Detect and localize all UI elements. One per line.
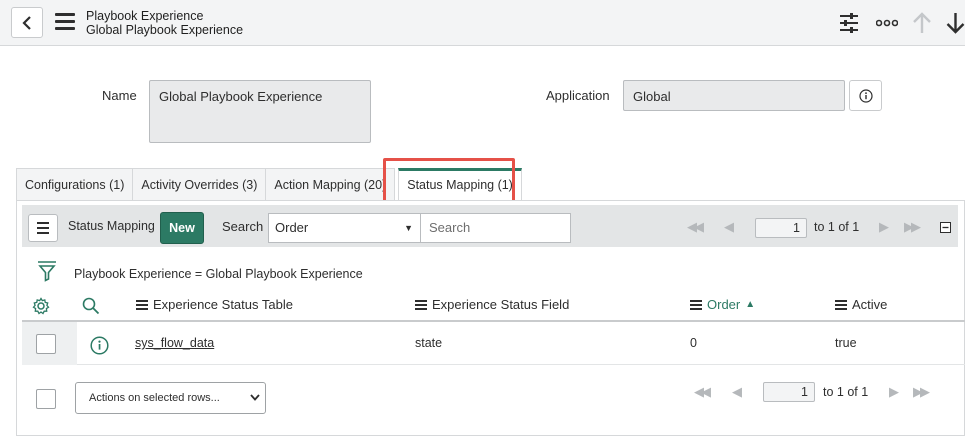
column-label: Experience Status Field bbox=[432, 297, 570, 312]
page-range-text: to 1 of 1 bbox=[814, 220, 860, 234]
chevron-left-icon bbox=[22, 15, 31, 30]
row-checkbox[interactable] bbox=[36, 334, 56, 354]
select-all-checkbox[interactable] bbox=[36, 389, 56, 409]
arrow-up-icon[interactable] bbox=[912, 12, 932, 34]
arrow-down-icon[interactable] bbox=[946, 12, 965, 34]
filter-icon[interactable] bbox=[37, 260, 57, 282]
column-menu-icon[interactable] bbox=[136, 298, 148, 312]
bottom-last-page-icon[interactable]: ▶▶ bbox=[913, 384, 930, 400]
tab-action-mapping[interactable]: Action Mapping (20) bbox=[265, 168, 396, 201]
column-menu-icon[interactable] bbox=[690, 298, 702, 312]
last-page-icon[interactable]: ▶▶ bbox=[904, 219, 921, 235]
bottom-prev-page-icon[interactable]: ◀ bbox=[732, 384, 742, 400]
column-header-active[interactable]: Active bbox=[835, 297, 887, 312]
status-mapping-panel: Status Mapping New Search Order ▼ Search… bbox=[16, 200, 965, 436]
bottom-page-range-text: to 1 of 1 bbox=[823, 385, 869, 399]
search-field-value: Order bbox=[275, 220, 309, 235]
hamburger-icon[interactable] bbox=[55, 13, 75, 31]
form-header: Playbook Experience Global Playbook Expe… bbox=[0, 0, 965, 46]
application-info-button[interactable] bbox=[849, 80, 882, 111]
tab-status-mapping[interactable]: Status Mapping (1) bbox=[398, 168, 522, 201]
column-label: Active bbox=[852, 297, 888, 312]
application-field[interactable]: Global bbox=[623, 80, 845, 111]
column-label: Order bbox=[707, 297, 741, 312]
table-row: sys_flow_data state 0 true bbox=[22, 322, 965, 365]
list-menu-button[interactable] bbox=[28, 214, 58, 242]
search-icon[interactable] bbox=[82, 297, 100, 315]
bottom-page-input[interactable]: 1 bbox=[763, 382, 815, 402]
page-title: Playbook Experience Global Playbook Expe… bbox=[86, 9, 243, 37]
cell-active: true bbox=[835, 336, 857, 350]
page-input[interactable]: 1 bbox=[755, 218, 807, 238]
column-menu-icon[interactable] bbox=[835, 298, 847, 312]
column-header-status-field[interactable]: Experience Status Field bbox=[415, 297, 569, 312]
application-label: Application bbox=[546, 88, 610, 103]
back-button[interactable] bbox=[11, 7, 43, 38]
sliders-icon[interactable] bbox=[838, 12, 860, 34]
cell-order: 0 bbox=[690, 336, 697, 350]
bottom-first-page-icon[interactable]: ◀◀ bbox=[694, 384, 711, 400]
new-button[interactable]: New bbox=[160, 212, 204, 244]
actions-select[interactable]: Actions on selected rows... bbox=[75, 382, 266, 414]
related-list-tabs: Configurations (1) Activity Overrides (3… bbox=[16, 168, 522, 201]
row-select-cell bbox=[22, 322, 77, 365]
prev-page-icon[interactable]: ◀ bbox=[724, 219, 734, 235]
collapse-icon[interactable] bbox=[940, 222, 951, 233]
column-menu-icon[interactable] bbox=[415, 298, 427, 312]
more-icon[interactable] bbox=[876, 18, 898, 28]
header-title: Playbook Experience bbox=[86, 9, 204, 23]
first-page-icon[interactable]: ◀◀ bbox=[687, 219, 704, 235]
sort-ascending-icon: ▲ bbox=[745, 299, 756, 310]
name-field[interactable]: Global Playbook Experience bbox=[149, 80, 371, 143]
column-header-status-table[interactable]: Experience Status Table bbox=[136, 297, 293, 312]
column-label: Experience Status Table bbox=[153, 297, 293, 312]
chevron-down-icon bbox=[250, 394, 260, 401]
gear-icon[interactable] bbox=[32, 297, 50, 315]
tab-activity-overrides[interactable]: Activity Overrides (3) bbox=[132, 168, 267, 201]
name-label: Name bbox=[102, 88, 137, 103]
dropdown-arrow-icon: ▼ bbox=[404, 223, 413, 233]
info-icon[interactable] bbox=[90, 336, 109, 355]
search-input[interactable]: Search bbox=[420, 213, 571, 243]
bottom-next-page-icon[interactable]: ▶ bbox=[889, 384, 899, 400]
search-field-select[interactable]: Order ▼ bbox=[268, 213, 421, 243]
cell-status-table[interactable]: sys_flow_data bbox=[135, 336, 214, 350]
tab-configurations[interactable]: Configurations (1) bbox=[16, 168, 134, 201]
actions-select-value: Actions on selected rows... bbox=[89, 392, 220, 404]
search-label: Search bbox=[222, 219, 264, 234]
next-page-icon[interactable]: ▶ bbox=[879, 219, 889, 235]
header-subtitle: Global Playbook Experience bbox=[86, 23, 244, 37]
list-title: Status Mapping bbox=[68, 219, 155, 233]
column-header-order[interactable]: Order ▲ bbox=[690, 297, 755, 312]
list-toolbar: Status Mapping New Search Order ▼ Search… bbox=[22, 205, 958, 247]
filter-breadcrumb[interactable]: Playbook Experience = Global Playbook Ex… bbox=[74, 267, 363, 281]
cell-status-field: state bbox=[415, 336, 443, 350]
info-icon bbox=[858, 88, 873, 103]
